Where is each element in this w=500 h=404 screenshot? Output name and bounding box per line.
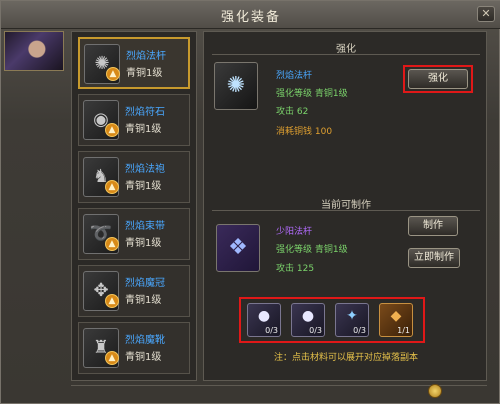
- divider: [212, 210, 480, 211]
- upgrade-arrow-icon: ▲: [105, 351, 119, 365]
- material-slot[interactable]: ● 0/3: [247, 303, 281, 337]
- fan-icon[interactable]: ✺: [214, 62, 258, 110]
- item-grade: 青铜1级: [125, 181, 162, 192]
- upgrade-arrow-icon: ▲: [105, 123, 119, 137]
- upgrade-arrow-icon: ▲: [106, 67, 120, 81]
- item-grade: 青铜1级: [125, 295, 162, 306]
- divider: [212, 54, 480, 55]
- material-count: 1/1: [397, 326, 410, 335]
- item-name: 烈焰法杆: [126, 51, 166, 62]
- material-count: 0/3: [353, 326, 366, 335]
- equipment-slot-crown[interactable]: ✥ ▲ 烈焰魔冠 青铜1级: [78, 265, 190, 317]
- enhance-button[interactable]: 强化: [408, 69, 468, 89]
- craft-button[interactable]: 制作: [408, 216, 458, 236]
- pearl-icon: ●: [301, 308, 315, 324]
- upgrade-arrow-icon: ▲: [105, 294, 119, 308]
- equipment-list: ✺ ▲ 烈焰法杆 青铜1级 ◉ ▲ 烈焰符石 青铜1级 ♞ ▲ 烈焰法袍 青铜1…: [71, 31, 197, 381]
- instant-craft-button[interactable]: 立即制作: [408, 248, 460, 268]
- window-title: 强化装备: [220, 10, 281, 25]
- item-grade: 青铜1级: [125, 124, 162, 135]
- craft-level: 强化等级 青铜1级: [276, 245, 348, 255]
- item-name: 烈焰符石: [125, 107, 165, 118]
- equipment-slot-boots[interactable]: ♜ ▲ 烈焰魔靴 青铜1级: [78, 322, 190, 374]
- title-bar: 强化装备 ✕: [1, 1, 500, 29]
- materials-row: ● 0/3 ● 0/3 ✦ 0/3 ◆ 1/1: [247, 303, 419, 337]
- enhance-level: 强化等级 青铜1级: [276, 89, 348, 99]
- equipment-slot-charm[interactable]: ◉ ▲ 烈焰符石 青铜1级: [78, 94, 190, 146]
- enhance-equipment-window: 强化装备 ✕ ✺ ▲ 烈焰法杆 青铜1级 ◉ ▲ 烈焰符石 青铜1级 ♞ ▲ 烈…: [0, 0, 500, 404]
- character-portrait[interactable]: [4, 31, 64, 71]
- enhance-item-name: 烈焰法杆: [276, 71, 313, 81]
- enhance-section-title: 强化: [336, 44, 356, 55]
- amber-icon: ◆: [390, 308, 402, 324]
- material-count: 0/3: [265, 326, 278, 335]
- material-slot[interactable]: ✦ 0/3: [335, 303, 369, 337]
- crystal-icon: ✦: [346, 308, 358, 324]
- upgrade-arrow-icon: ▲: [105, 180, 119, 194]
- item-name: 烈焰魔靴: [125, 335, 165, 346]
- craft-section-title: 当前可制作: [321, 200, 371, 211]
- enhance-cost: 消耗铜钱 100: [276, 127, 333, 137]
- equipment-slot-staff[interactable]: ✺ ▲ 烈焰法杆 青铜1级: [78, 37, 190, 89]
- equipment-slot-robe[interactable]: ♞ ▲ 烈焰法袍 青铜1级: [78, 151, 190, 203]
- equipment-slot-belt[interactable]: ➰ ▲ 烈焰束带 青铜1级: [78, 208, 190, 260]
- materials-hint: 注：点击材料可以展开对应掉落副本: [273, 353, 418, 363]
- material-slot[interactable]: ● 0/3: [291, 303, 325, 337]
- item-name: 烈焰法袍: [125, 164, 165, 175]
- enhance-attack: 攻击 62: [276, 107, 309, 117]
- material-count: 0/3: [309, 326, 322, 335]
- item-name: 烈焰魔冠: [125, 278, 165, 289]
- upgrade-arrow-icon: ▲: [105, 237, 119, 251]
- crystal-staff-icon[interactable]: ❖: [216, 224, 260, 272]
- item-grade: 青铜1级: [125, 352, 162, 363]
- detail-panel: 强化 ✺ 烈焰法杆 强化等级 青铜1级 攻击 62 消耗铜钱 100 强化 当前…: [203, 31, 487, 381]
- item-name: 烈焰束带: [125, 221, 165, 232]
- bottom-bar: [71, 385, 487, 399]
- coin-icon[interactable]: [428, 384, 442, 398]
- item-grade: 青铜1级: [125, 238, 162, 249]
- close-button[interactable]: ✕: [477, 6, 495, 22]
- pearl-icon: ●: [257, 308, 271, 324]
- material-slot[interactable]: ◆ 1/1: [379, 303, 413, 337]
- craft-attack: 攻击 125: [276, 264, 315, 274]
- craft-item-name: 少阳法杆: [276, 227, 313, 237]
- item-grade: 青铜1级: [126, 68, 163, 79]
